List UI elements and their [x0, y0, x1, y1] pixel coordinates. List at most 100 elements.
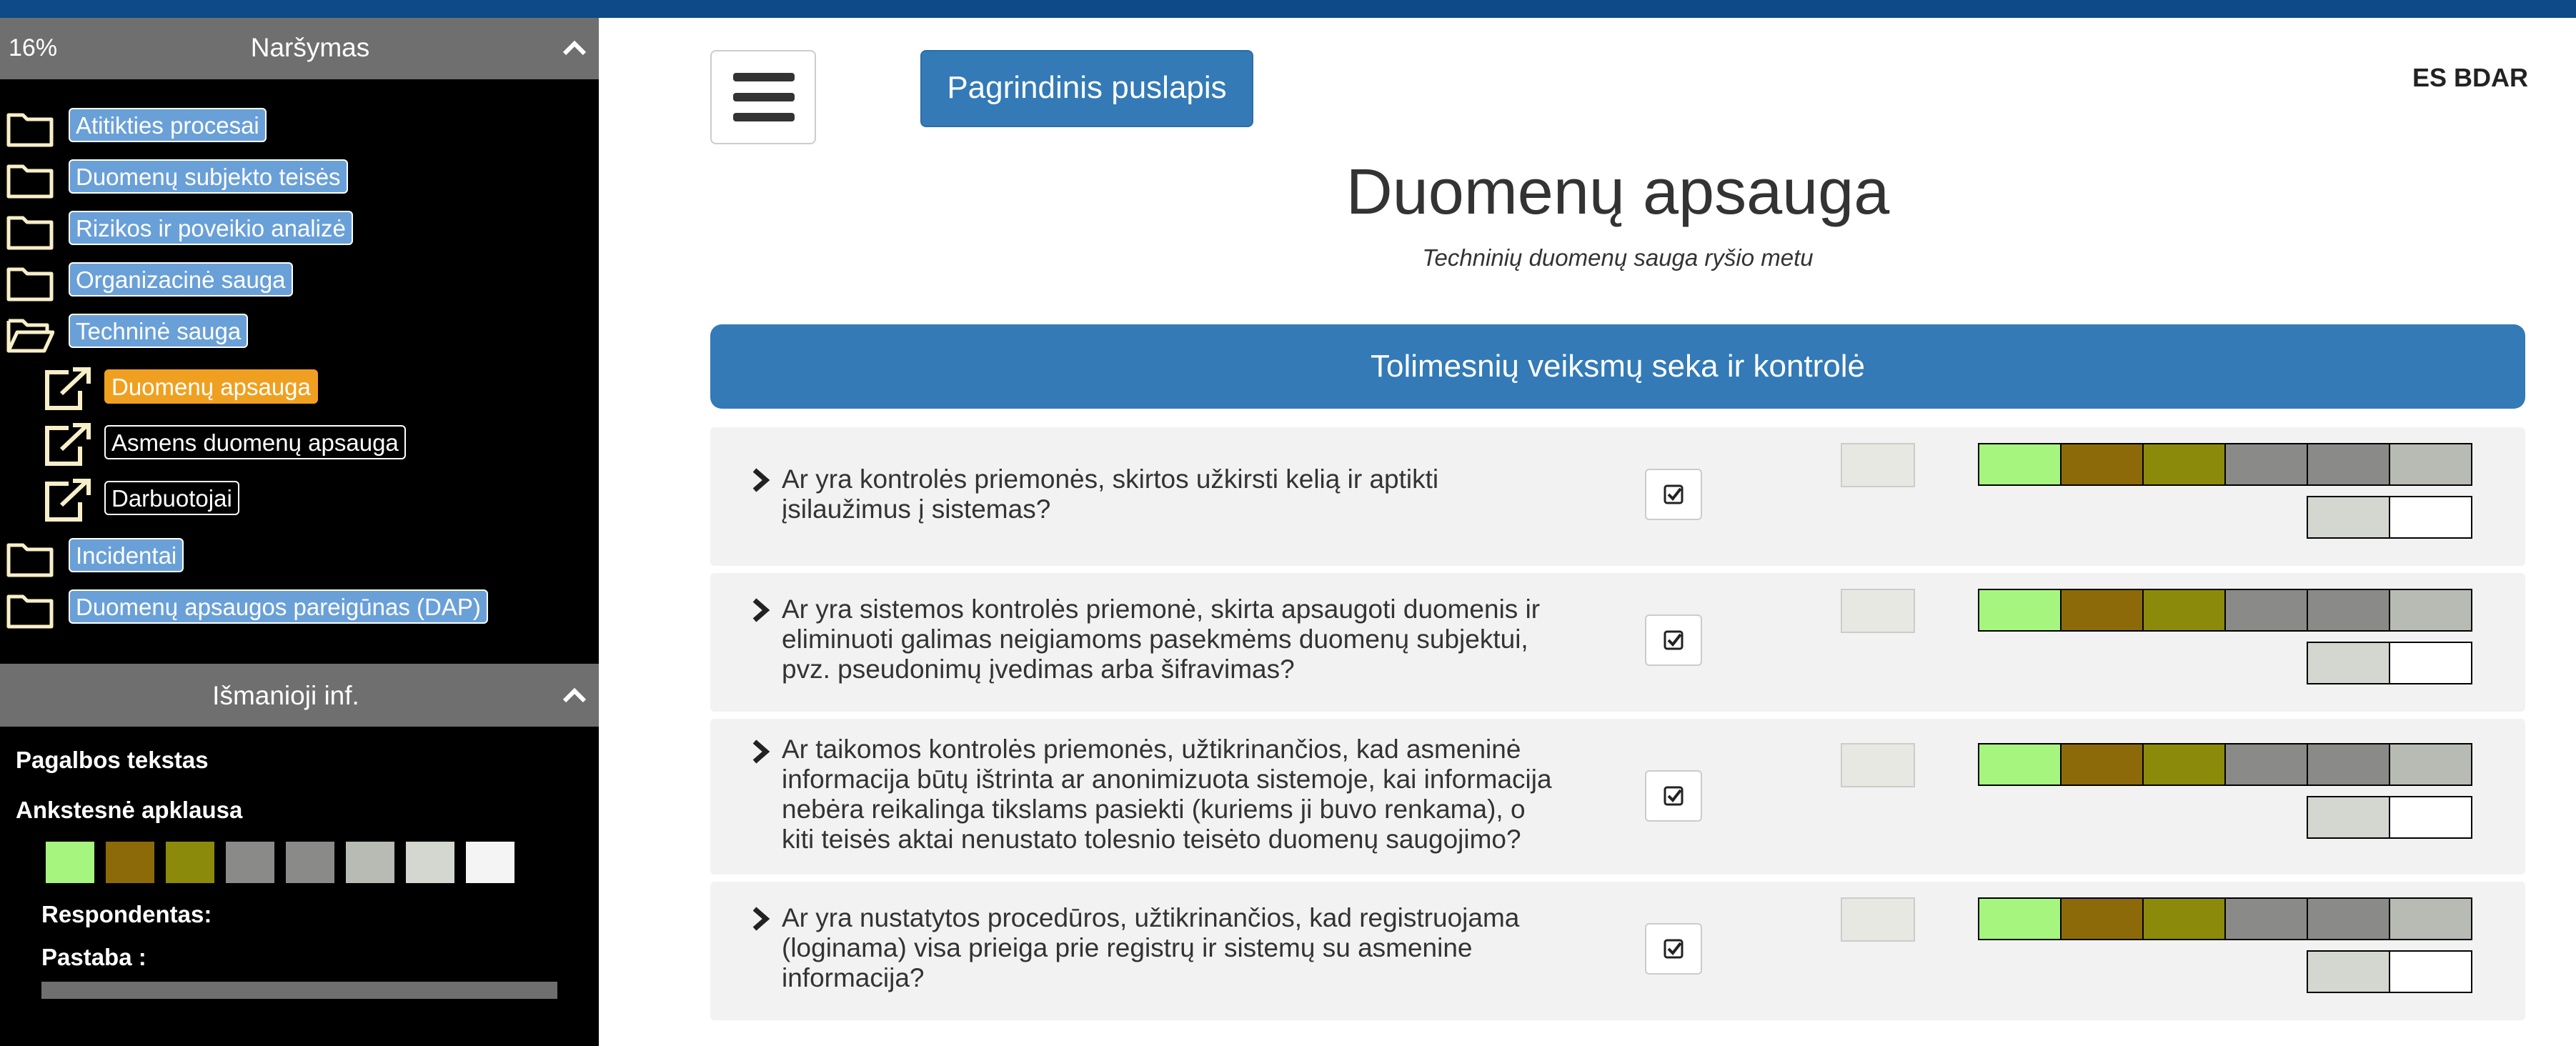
rating-option[interactable] [2226, 590, 2308, 630]
question-line: eliminuoti galimas neigiamoms pasekmėms … [782, 624, 1528, 654]
rating-option[interactable] [2390, 952, 2471, 992]
rating-option[interactable] [2308, 797, 2390, 837]
rating-option[interactable] [2062, 590, 2144, 630]
sidebar-item-personal-data-protection[interactable]: Asmens duomenų apsauga [104, 425, 406, 459]
gdpr-label: ES BDAR [2412, 63, 2528, 92]
question-row: Ar yra sistemos kontrolės priemonė, skir… [710, 573, 2525, 712]
color-swatch [104, 840, 156, 885]
sidebar-item-dpo[interactable]: Duomenų apsaugos pareigūnas (DAP) [69, 589, 488, 624]
sidebar-item-data-protection[interactable]: Duomenų apsauga [104, 369, 318, 404]
rating-option[interactable] [2062, 899, 2144, 939]
answer-box[interactable] [1841, 743, 1915, 787]
rating-option[interactable] [2308, 952, 2390, 992]
rating-option[interactable] [2390, 899, 2471, 939]
rating-option[interactable] [1979, 590, 2062, 630]
progress-bar [41, 982, 557, 999]
question-text: Ar yra sistemos kontrolės priemonė, skir… [782, 594, 1596, 684]
question-line: kiti teisės aktai nenustato tolesnio tei… [782, 825, 1521, 854]
sidebar-item-organizational-security[interactable]: Organizacinė sauga [69, 262, 293, 297]
rating-option[interactable] [2226, 899, 2308, 939]
question-row: Ar yra nustatytos procedūros, užtikrinan… [710, 882, 2525, 1020]
folder-icon [6, 543, 54, 577]
folder-open-icon [6, 319, 54, 353]
check-button[interactable] [1645, 614, 1702, 666]
question-row: Ar taikomos kontrolės priemonės, užtikri… [710, 719, 2525, 875]
color-swatch [344, 840, 396, 885]
answer-box[interactable] [1841, 589, 1915, 633]
rating-option[interactable] [2308, 444, 2390, 484]
secondary-rating-scale[interactable] [2307, 796, 2472, 839]
chevron-right-icon[interactable] [750, 739, 772, 764]
note-label: Pastaba : [41, 944, 146, 970]
rating-option[interactable] [2390, 444, 2471, 484]
help-text-label: Pagalbos tekstas [16, 747, 209, 773]
external-link-icon [45, 367, 91, 410]
rating-option[interactable] [2308, 744, 2390, 784]
rating-option[interactable] [2308, 590, 2390, 630]
question-line: informacija? [782, 963, 925, 992]
sidebar-item-employees[interactable]: Darbuotojai [104, 481, 239, 515]
rating-option[interactable] [2144, 590, 2226, 630]
chevron-up-icon[interactable] [560, 681, 589, 709]
folder-icon [6, 164, 54, 199]
check-button[interactable] [1645, 923, 1702, 975]
question-line: Ar yra kontrolės priemonės, skirtos užki… [782, 464, 1439, 494]
answer-box[interactable] [1841, 897, 1915, 942]
secondary-rating-scale[interactable] [2307, 496, 2472, 539]
checkbox-check-icon [1664, 484, 1684, 504]
sidebar-item-data-subject-rights[interactable]: Duomenų subjekto teisės [69, 159, 348, 194]
rating-option[interactable] [2390, 590, 2471, 630]
checkbox-check-icon [1664, 786, 1684, 806]
chevron-right-icon[interactable] [750, 467, 772, 493]
rating-option[interactable] [2390, 797, 2471, 837]
rating-scale[interactable] [1978, 589, 2472, 632]
home-page-button[interactable]: Pagrindinis puslapis [920, 50, 1253, 127]
section-header: Tolimesnių veiksmų seka ir kontrolė [710, 324, 2525, 409]
rating-option[interactable] [1979, 444, 2062, 484]
check-button[interactable] [1645, 469, 1702, 520]
rating-scale[interactable] [1978, 443, 2472, 486]
rating-option[interactable] [2226, 744, 2308, 784]
sidebar-item-risk-analysis[interactable]: Rizikos ir poveikio analizė [69, 211, 353, 245]
question-line: nebėra reikalinga tikslams pasiekti (kur… [782, 795, 1526, 824]
rating-option[interactable] [2062, 744, 2144, 784]
navigation-title: Naršymas [250, 33, 370, 62]
navigation-panel-header[interactable]: 16% Naršymas [0, 18, 599, 79]
folder-icon [6, 267, 54, 302]
smart-info-panel-header[interactable]: Išmanioji inf. [0, 664, 599, 727]
hamburger-menu-button[interactable] [710, 50, 816, 144]
previous-survey-label: Ankstesnė apklausa [16, 797, 243, 823]
rating-option[interactable] [2390, 744, 2471, 784]
rating-scale[interactable] [1978, 743, 2472, 786]
chevron-up-icon[interactable] [560, 34, 589, 62]
smart-info-title: Išmanioji inf. [212, 681, 359, 710]
rating-option[interactable] [2308, 899, 2390, 939]
rating-scale[interactable] [1978, 897, 2472, 940]
secondary-rating-scale[interactable] [2307, 642, 2472, 684]
rating-option[interactable] [2144, 744, 2226, 784]
sidebar-item-technical-security[interactable]: Techninė sauga [69, 314, 249, 348]
check-button[interactable] [1645, 770, 1702, 822]
chevron-right-icon[interactable] [750, 597, 772, 623]
respondent-label: Respondentas: [41, 901, 212, 927]
rating-option[interactable] [2308, 497, 2390, 537]
sidebar-item-incidents[interactable]: Incidentai [69, 538, 184, 572]
rating-option[interactable] [1979, 899, 2062, 939]
sidebar: 16% Naršymas Atitikties procesai Duomenų… [0, 18, 599, 1046]
rating-option[interactable] [2390, 497, 2471, 537]
question-line: Ar yra nustatytos procedūros, užtikrinan… [782, 903, 1520, 932]
rating-option[interactable] [2144, 444, 2226, 484]
rating-option[interactable] [2308, 643, 2390, 683]
answer-box[interactable] [1841, 443, 1915, 487]
rating-option[interactable] [2226, 444, 2308, 484]
color-swatch [164, 840, 216, 885]
chevron-right-icon[interactable] [750, 906, 772, 932]
rating-option[interactable] [1979, 744, 2062, 784]
rating-option[interactable] [2390, 643, 2471, 683]
rating-option[interactable] [2062, 444, 2144, 484]
rating-option[interactable] [2144, 899, 2226, 939]
external-link-icon [45, 479, 91, 522]
sidebar-item-compliance-processes[interactable]: Atitikties procesai [69, 108, 267, 142]
top-bar [0, 0, 2576, 18]
secondary-rating-scale[interactable] [2307, 950, 2472, 993]
